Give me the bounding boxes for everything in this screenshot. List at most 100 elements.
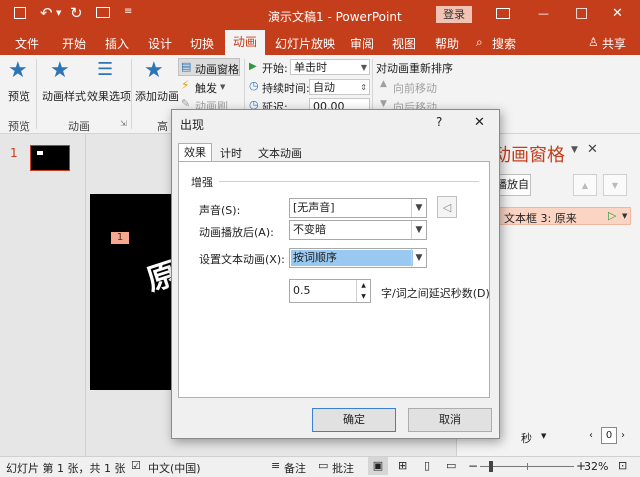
close-button[interactable]: ✕ [612,6,623,21]
trigger-button[interactable]: 触发 [195,80,217,96]
thumbnail-shape [37,151,43,155]
zoom-out-button[interactable]: − [468,459,478,473]
duration-value: 自动 [313,81,335,94]
trigger-dropdown-icon[interactable]: ▼ [220,83,225,91]
animation-style-icon[interactable]: ★ [50,58,70,83]
move-earlier-icon: ▲ [380,79,387,89]
customize-qat-icon[interactable]: ≡ [124,6,132,17]
animation-order-tag[interactable]: 1 [111,232,129,244]
after-animation-select[interactable]: 不变暗 ▼ [289,220,427,240]
animation-pane-label: 动画窗格 [195,63,239,76]
save-icon[interactable] [14,7,26,19]
zoom-slider-thumb[interactable] [489,461,493,472]
move-up-button[interactable]: ▲ [573,174,597,196]
sound-select[interactable]: [无声音] ▼ [289,198,427,218]
maximize-button[interactable]: □ [575,5,588,21]
notes-icon[interactable]: ≡ [271,459,280,472]
preview-star-icon[interactable]: ★ [8,58,28,83]
tab-transitions[interactable]: 切换 [190,35,214,52]
notes-button[interactable]: 备注 [284,460,306,476]
start-label: 开始: [262,62,288,75]
fit-slide-icon[interactable]: ⊡ [618,459,627,472]
dialog-tab-effect[interactable]: 效果 [178,143,212,162]
share-icon[interactable]: ♙ [588,35,599,49]
item-dropdown-icon[interactable]: ▼ [622,212,627,220]
tab-design[interactable]: 设计 [148,35,172,52]
add-animation-icon[interactable]: ★ [144,58,164,83]
animate-text-label: 设置文本动画(X): [199,253,285,266]
zoom-center-tick [527,463,528,470]
slide-thumbnail-pane: 1 [0,134,86,456]
trigger-icon[interactable]: ⚡ [181,78,189,92]
play-from-label: 播放自 [496,178,529,191]
start-combo[interactable]: 单击时 ▼ [290,59,370,75]
tab-slideshow[interactable]: 幻灯片放映 [275,35,335,52]
comments-button[interactable]: 批注 [332,460,354,476]
language-indicator[interactable]: 中文(中国) [148,460,201,476]
minimize-button[interactable]: — [538,7,549,20]
spellcheck-icon[interactable]: ☑ [131,459,141,472]
slide-thumbnail[interactable] [30,145,70,171]
preview-button[interactable]: 预览 [8,88,30,104]
normal-view-icon[interactable]: ▣ [368,457,388,475]
undo-dropdown-icon[interactable]: ▼ [56,9,61,17]
pane-close-button[interactable]: ✕ [587,142,598,157]
ribbon-display-icon[interactable] [496,8,510,19]
sound-volume-button[interactable]: ◁ [437,196,457,218]
timeline-seconds-box[interactable]: 0 [601,427,617,444]
animation-pane-button[interactable]: ▤ 动画窗格 [178,58,240,76]
login-button[interactable]: 登录 [436,6,472,23]
cancel-button[interactable]: 取消 [408,408,492,432]
chevron-down-icon: ▼ [411,221,426,239]
effect-options-button[interactable]: 效果选项 [87,88,131,104]
effect-options-icon[interactable]: ☰ [97,59,113,80]
slide-number: 1 [10,146,18,160]
ok-button[interactable]: 确定 [312,408,396,432]
duration-spinner[interactable]: 自动 ⇕ [309,79,370,95]
dialog-close-button[interactable]: ✕ [474,115,485,130]
tab-help[interactable]: 帮助 [435,35,459,52]
share-button[interactable]: 共享 [602,35,626,52]
slideshow-view-icon[interactable]: ▭ [446,459,456,472]
animation-pane-title: 动画窗格 [493,145,565,166]
timeline-left-icon[interactable]: ‹ [589,430,593,441]
timeline-right-icon[interactable]: › [621,430,625,441]
spin-down-icon[interactable]: ▼ [356,291,370,302]
group-launcher-icon[interactable]: ⇲ [120,119,127,128]
slide-sorter-icon[interactable]: ⊞ [398,459,407,472]
move-down-button[interactable]: ▼ [603,174,627,196]
undo-icon[interactable]: ↶ [40,4,53,22]
delay-between-spinner[interactable]: 0.5 ▲ ▼ [289,279,371,303]
dialog-tab-timing[interactable]: 计时 [220,145,242,161]
ribbon-tabs: 文件 开始 插入 设计 切换 动画 幻灯片放映 审阅 视图 帮助 ⌕ 搜索 ♙ … [0,30,640,55]
search-icon[interactable]: ⌕ [476,35,483,50]
seconds-dropdown-icon[interactable]: ▼ [541,432,546,440]
tab-view[interactable]: 视图 [392,35,416,52]
present-icon[interactable] [96,7,110,18]
redo-icon[interactable]: ↻ [70,4,83,22]
animation-list-item[interactable]: 文本框 3: 原来 ▷ ▼ [483,207,631,225]
search-box[interactable]: 搜索 [492,35,516,52]
zoom-slider[interactable] [480,461,574,472]
move-later-icon: ▼ [380,99,387,109]
zoom-level[interactable]: 32% [584,460,608,473]
entrance-effect-icon: ▷ [608,209,617,222]
slide-counter: 幻灯片 第 1 张，共 1 张 [6,462,126,475]
dialog-tab-text-animation[interactable]: 文本动画 [258,145,302,161]
group-animation-label: 动画 [68,120,90,133]
tab-home[interactable]: 开始 [62,35,86,52]
window-title: 演示文稿1 - PowerPoint [268,10,402,24]
comments-icon[interactable]: ▭ [318,459,328,472]
add-animation-button[interactable]: 添加动画 [135,88,179,104]
reading-view-icon[interactable]: ▯ [424,459,430,472]
delay-between-label: 字/词之间延迟秒数(D) [381,287,490,300]
tab-review[interactable]: 审阅 [350,35,374,52]
tab-insert[interactable]: 插入 [105,35,129,52]
dialog-help-button[interactable]: ? [436,115,442,129]
tab-file[interactable]: 文件 [15,35,39,52]
animation-style-button[interactable]: 动画样式 [42,88,86,104]
pane-options-icon[interactable]: ▼ [571,145,578,155]
spin-up-icon[interactable]: ▲ [356,280,370,291]
tab-animations[interactable]: 动画 [225,30,266,55]
animate-text-select[interactable]: 按词顺序 ▼ [289,248,427,268]
